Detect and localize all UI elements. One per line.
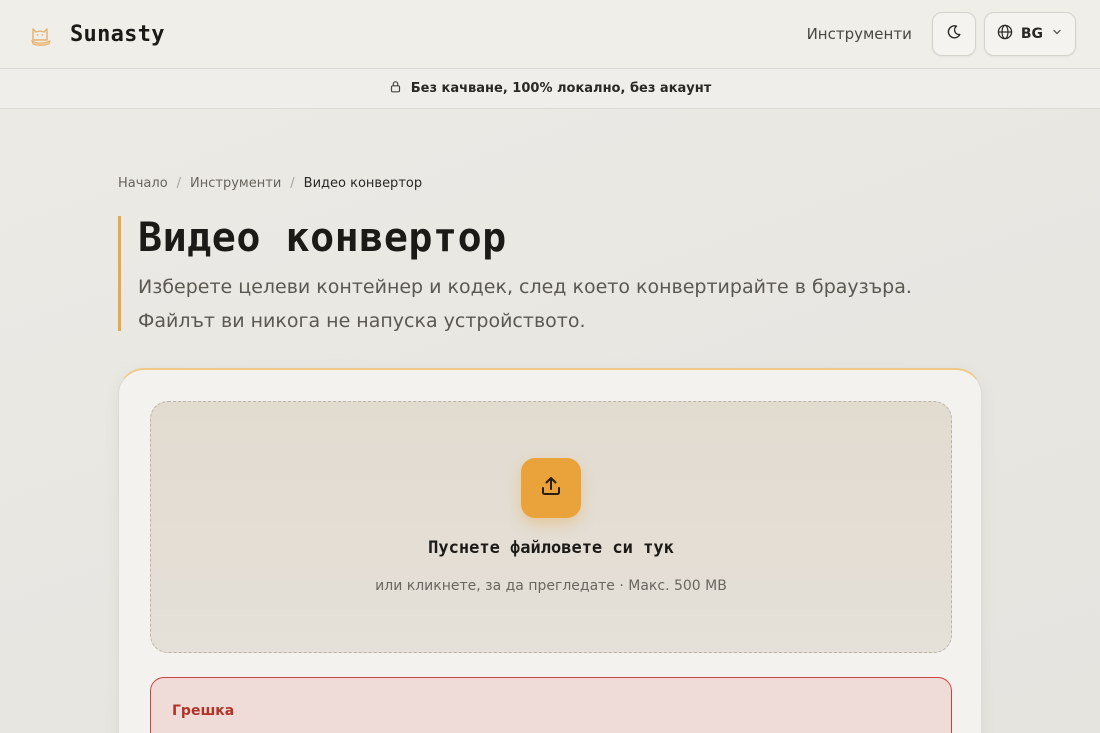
- breadcrumb: Начало / Инструменти / Видео конвертор: [118, 176, 422, 191]
- nav-link-tools[interactable]: Инструменти: [807, 25, 912, 43]
- page-header: Видео конвертор Изберете целеви контейне…: [118, 215, 968, 332]
- moon-icon: [946, 24, 962, 44]
- upload-button[interactable]: [521, 458, 581, 518]
- language-select-button[interactable]: BG: [983, 12, 1076, 56]
- language-label: BG: [1020, 26, 1043, 42]
- converter-card: Пуснете файловете си тук или кликнете, з…: [118, 368, 982, 733]
- dropzone-hint: или кликнете, за да прегледате · Макс. 5…: [375, 578, 727, 594]
- breadcrumb-home[interactable]: Начало: [118, 176, 168, 191]
- file-dropzone[interactable]: Пуснете файловете си тук или кликнете, з…: [150, 401, 952, 653]
- chevron-down-icon: [1051, 26, 1063, 42]
- cat-logo-icon: [26, 19, 56, 49]
- header-nav: Инструменти BG: [807, 12, 1076, 56]
- page-subtitle: Изберете целеви контейнер и кодек, след …: [138, 276, 912, 332]
- globe-icon: [997, 24, 1013, 44]
- privacy-banner: Без качване, 100% локално, без акаунт: [0, 69, 1100, 109]
- privacy-text: Без качване, 100% локално, без акаунт: [410, 81, 712, 96]
- lock-icon: [389, 80, 402, 97]
- page-title: Видео конвертор: [138, 215, 507, 261]
- breadcrumb-separator: /: [290, 176, 295, 191]
- breadcrumb-current: Видео конвертор: [303, 176, 423, 191]
- breadcrumb-separator: /: [176, 176, 182, 191]
- error-title: Грешка: [172, 703, 235, 719]
- upload-icon: [538, 473, 564, 503]
- breadcrumb-tools[interactable]: Инструменти: [190, 176, 281, 191]
- top-header: Sunasty Инструменти BG: [0, 0, 1100, 69]
- brand[interactable]: Sunasty: [26, 19, 165, 49]
- error-alert: Грешка: [150, 677, 952, 733]
- theme-toggle-button[interactable]: [931, 12, 976, 56]
- dropzone-title: Пуснете файловете си тук: [428, 538, 674, 558]
- brand-name: Sunasty: [70, 21, 165, 47]
